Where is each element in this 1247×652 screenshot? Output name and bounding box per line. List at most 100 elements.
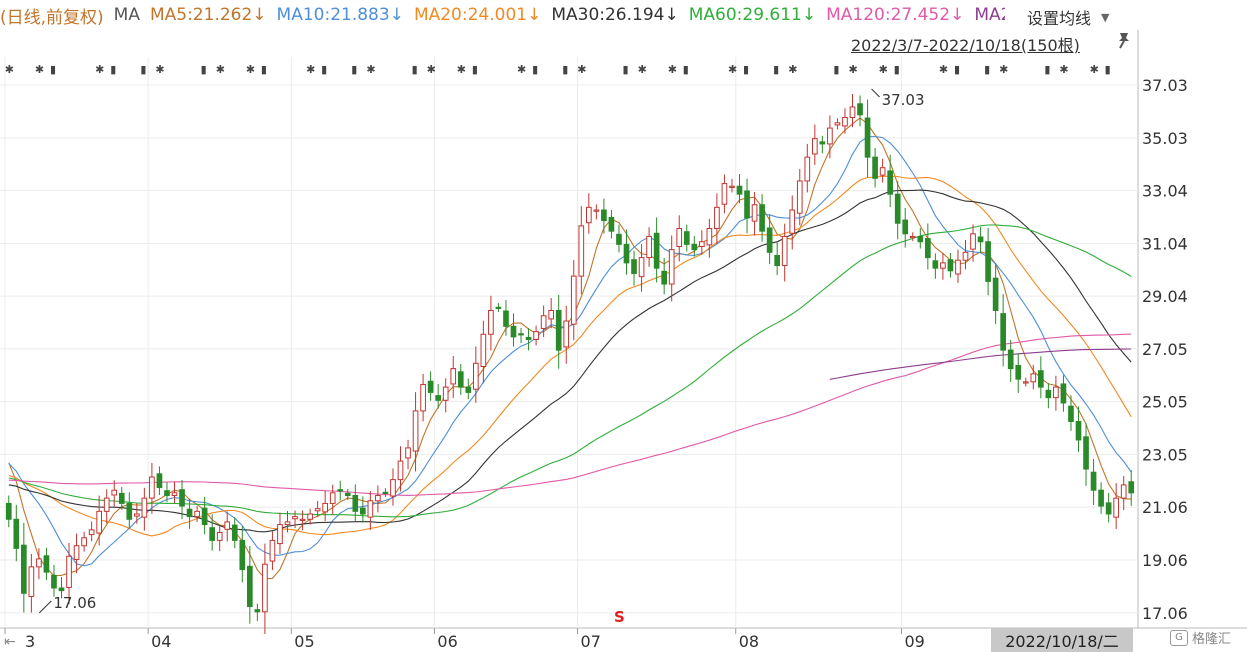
candle-body <box>548 309 555 320</box>
candle-body <box>887 170 894 195</box>
candle-body <box>766 227 773 253</box>
moving-average-lines <box>8 117 1132 580</box>
candle-body <box>849 106 856 119</box>
candlestick-chart[interactable]: 37.03 35.03 33.04 31.04 29.04 27.05 25.05 23.05… <box>0 0 1247 652</box>
signal-marker: ▮ <box>140 63 146 76</box>
candle-body <box>1075 420 1082 441</box>
candle-body <box>827 127 833 145</box>
candle-body <box>412 410 419 452</box>
candle-body <box>28 566 35 597</box>
high-arrow <box>871 88 880 98</box>
signal-marker: ▮ <box>1044 63 1050 76</box>
candle-body <box>246 565 253 607</box>
candle-body <box>1000 313 1007 351</box>
candle-body <box>81 537 87 547</box>
ma60-line <box>8 224 1132 518</box>
signal-marker: ✱ <box>638 63 647 76</box>
x-tick-label: 08 <box>739 632 759 651</box>
candle-body <box>525 336 532 341</box>
candle-body <box>518 333 524 336</box>
candle-body <box>570 275 577 325</box>
candle-body <box>58 587 65 592</box>
candle-body <box>593 209 600 212</box>
signal-marker: ✱ <box>577 63 586 76</box>
candle-body <box>66 555 72 588</box>
ma120-line <box>8 333 1132 496</box>
candle-body <box>1053 386 1059 399</box>
candle-body <box>1128 481 1135 494</box>
candle-body <box>194 510 200 518</box>
candle-body <box>337 489 344 492</box>
candle-body <box>1037 370 1044 388</box>
candle-body <box>299 518 306 521</box>
candle-body <box>894 193 901 224</box>
candle-body <box>375 494 381 502</box>
signal-marker: ✱ <box>427 63 436 76</box>
candle-body <box>254 609 261 613</box>
candle-body <box>909 235 916 239</box>
signal-marker: ✱ <box>306 63 315 76</box>
candle-body <box>804 156 811 182</box>
candle-body <box>231 524 238 541</box>
watermark: G 格隆汇 <box>1170 628 1231 647</box>
candle-body <box>164 490 170 496</box>
candle-body <box>133 513 140 517</box>
candle-body <box>774 254 781 267</box>
candle-body <box>646 235 652 259</box>
candle-body <box>811 138 818 155</box>
candle-body <box>540 315 547 329</box>
candle-body <box>126 502 133 520</box>
candle-body <box>789 209 796 234</box>
candle-body <box>970 233 976 250</box>
signal-marker: ✱ <box>788 63 797 76</box>
candle-body <box>73 545 80 560</box>
candle-body <box>442 386 449 401</box>
candle-body <box>269 539 276 562</box>
signal-marker: ✱ <box>517 63 526 76</box>
candle-body <box>623 243 630 264</box>
signal-marker: ✱ <box>849 63 858 76</box>
ma5-line <box>8 117 1132 580</box>
signal-marker: ▮ <box>261 63 267 76</box>
x-tick-label: 04 <box>151 632 171 651</box>
candle-body <box>676 228 683 247</box>
y-tick-label: 21.06 <box>1142 498 1188 517</box>
candle-body <box>141 497 148 518</box>
candle-body <box>382 491 389 495</box>
candle-body <box>307 513 313 520</box>
signal-marker: ✱ <box>1059 63 1068 76</box>
candle-body <box>103 497 110 512</box>
low-arrow <box>39 600 52 614</box>
candle-body <box>43 555 50 573</box>
candle-body <box>149 476 155 499</box>
candle-body <box>239 539 246 570</box>
candle-body <box>985 241 991 282</box>
signal-marker: ✱ <box>879 63 888 76</box>
signal-marker: ✱ <box>728 63 737 76</box>
candle-body <box>201 507 208 526</box>
candle-body <box>277 524 283 545</box>
signal-marker: ▮ <box>321 63 327 76</box>
candle-body <box>314 508 321 512</box>
ma30-line <box>8 189 1132 533</box>
candle-body <box>13 518 20 549</box>
special-marker: S <box>614 608 625 626</box>
candle-body <box>450 368 457 385</box>
high-label: 37.03 <box>882 91 925 109</box>
candle-body <box>714 206 720 230</box>
candle-body <box>533 331 539 341</box>
candle-body <box>872 156 878 179</box>
candle-body <box>186 508 193 518</box>
candle-body <box>472 362 479 390</box>
x-tick-label: 05 <box>294 632 314 651</box>
candle-body <box>902 219 909 235</box>
candle-body <box>209 527 216 541</box>
signal-marker: ▮ <box>412 63 418 76</box>
signal-marker: ▮ <box>623 63 629 76</box>
candle-body <box>736 185 743 195</box>
signal-marker: ▮ <box>562 63 568 76</box>
candle-body <box>744 190 750 219</box>
low-label: 17.06 <box>53 594 96 612</box>
candle-body <box>457 371 464 388</box>
candle-body <box>932 260 939 269</box>
